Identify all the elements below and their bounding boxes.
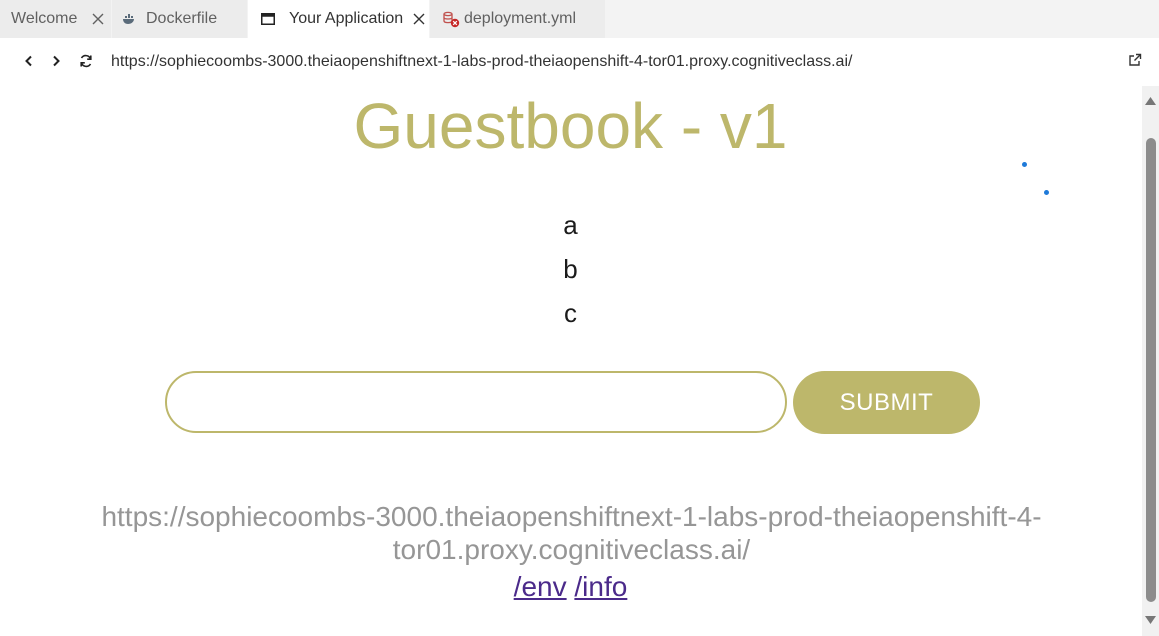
host-address: https://sophiecoombs-3000.theiaopenshift… [70,500,1073,566]
url-bar[interactable]: https://sophiecoombs-3000.theiaopenshift… [111,53,852,71]
scrollbar-thumb[interactable] [1146,138,1156,602]
vertical-scrollbar[interactable] [1142,86,1159,636]
tab-deployment-yml[interactable]: deployment.yml [430,0,606,38]
decorative-dot [1022,162,1027,167]
refresh-icon[interactable] [77,52,95,70]
tab-dockerfile-real[interactable]: Dockerfile [112,0,248,38]
forward-icon[interactable] [47,52,65,70]
submit-button[interactable]: SUBMIT [793,371,980,434]
page-title: Guestbook - v1 [353,90,788,162]
browser-window-icon [259,10,277,28]
back-icon[interactable] [20,52,38,70]
editor-tab-bar: Welcome Dockerfile Your Application depl… [0,0,1159,38]
scroll-up-arrow-icon[interactable] [1144,94,1157,107]
decorative-dot [1044,190,1049,195]
guestbook-entries: a b c [0,208,1141,340]
list-item: c [564,298,577,328]
close-icon[interactable] [411,11,427,27]
open-external-icon[interactable] [1128,53,1144,69]
footer-links: /env /info [0,570,1141,604]
list-item: a [563,210,578,240]
docker-icon [122,10,136,28]
env-link[interactable]: /env [514,571,567,602]
tab-dockerfile-label: Dockerfile [146,10,218,27]
yaml-error-icon [442,10,460,28]
tab-your-application[interactable]: Your Application [248,0,430,38]
guestbook-entry-input[interactable] [165,371,787,433]
scroll-down-arrow-icon[interactable] [1144,614,1157,627]
host-address-line-1: https://sophiecoombs-3000.theiaopenshift… [101,501,1042,532]
tab-your-application-label: Your Application [289,10,404,27]
list-item: b [563,254,578,284]
guestbook-page: Guestbook - v1 a b c SUBMIT https://soph… [0,86,1141,636]
host-address-line-2: tor01.proxy.cognitiveclass.ai/ [392,534,751,565]
info-link[interactable]: /info [574,571,627,602]
tab-deployment-yml-label: deployment.yml [464,10,577,27]
preview-toolbar: https://sophiecoombs-3000.theiaopenshift… [0,38,1159,86]
